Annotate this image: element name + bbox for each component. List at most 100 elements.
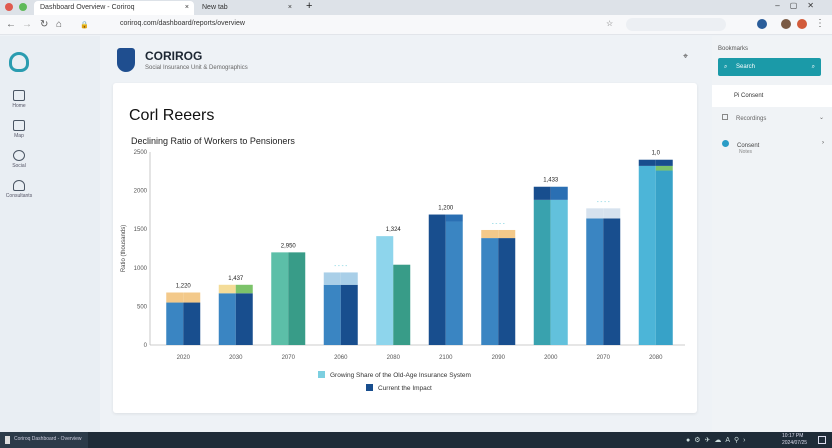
home-icon — [13, 90, 25, 101]
bar-segment — [586, 218, 604, 345]
app-logo-icon — [9, 52, 29, 72]
sidebar-item-label: Consultants — [5, 193, 33, 199]
x-tick-label: 2030 — [229, 355, 243, 361]
window-maximize-button[interactable] — [19, 3, 27, 11]
browser-tab-bar: Dashboard Overview - Coriroq × New tab × +… — [0, 0, 832, 15]
social-icon — [13, 150, 25, 161]
avatar[interactable] — [781, 19, 791, 29]
tab-dashboard[interactable]: Dashboard Overview - Coriroq × — [34, 1, 194, 15]
clock-date: 2024/07/25 — [782, 440, 808, 446]
y-tick-label: 2500 — [134, 150, 148, 156]
data-label: 1,0 — [652, 151, 661, 157]
sidebar-item-label: Home — [12, 103, 26, 109]
sidebar-item-map[interactable]: Map — [8, 120, 30, 139]
bar-segment — [428, 214, 446, 345]
x-tick-label: 2090 — [492, 355, 506, 361]
clock-time: 10:17 PM — [782, 433, 804, 439]
url-field[interactable]: coriroq.com/dashboard/reports/overview — [120, 20, 245, 27]
bar-segment — [218, 284, 236, 294]
profile-icon[interactable] — [797, 19, 807, 29]
map-icon — [13, 120, 25, 131]
back-icon[interactable]: ← — [6, 19, 16, 30]
window-controls[interactable]: –▢✕ — [775, 1, 824, 10]
bar-segment — [218, 293, 236, 345]
search-icon: ⌕ — [811, 64, 815, 70]
extension-icon[interactable] — [757, 19, 767, 29]
bar-segment — [340, 272, 358, 285]
bar-segment — [445, 214, 463, 222]
new-tab-button[interactable]: + — [306, 0, 312, 12]
forward-icon[interactable]: → — [22, 19, 32, 30]
bar-segment — [183, 292, 201, 303]
x-tick-label: 2000 — [544, 355, 558, 361]
sidebar-item-social[interactable]: Social — [8, 150, 30, 169]
data-label: 1,433 — [543, 178, 559, 184]
bar-segment — [481, 238, 499, 345]
bar-segment — [498, 238, 516, 345]
bar-segment — [533, 199, 551, 345]
sidebar-item-label: Map — [14, 133, 24, 139]
window-close-button[interactable] — [5, 3, 13, 11]
bar-segment — [481, 229, 499, 239]
bar-segment — [323, 272, 341, 285]
bar-segment — [638, 159, 656, 166]
x-tick-label: 2100 — [439, 355, 453, 361]
notification-icon[interactable] — [818, 436, 826, 444]
bar-segment — [166, 302, 184, 345]
bar-segment — [586, 208, 604, 219]
bar-segment — [235, 293, 253, 345]
data-label: 1,220 — [176, 284, 192, 290]
bar-segment — [603, 208, 621, 219]
taskbar: Coriroq Dashboard - Overview ●⚙✈☁A⚲› 10:… — [0, 432, 832, 448]
system-tray-icons[interactable]: ●⚙✈☁A⚲› — [686, 436, 750, 444]
close-tab-icon[interactable]: × — [185, 1, 189, 15]
x-tick-label: 2080 — [649, 355, 663, 361]
tab-new[interactable]: New tab × — [196, 1, 296, 15]
home-icon[interactable]: ⌂ — [56, 19, 62, 30]
bar-segment — [655, 165, 673, 171]
data-label: 1,437 — [228, 276, 244, 282]
sidebar-item-consultants[interactable]: Consultants — [2, 180, 36, 199]
close-tab-icon[interactable]: × — [288, 1, 292, 15]
search-icon: ⌕ — [724, 64, 728, 70]
bar-segment — [550, 199, 568, 345]
panel-item-recordings[interactable]: Recordings ⌄ — [722, 114, 830, 122]
bar-segment — [550, 186, 568, 200]
bookmark-star-icon[interactable]: ☆ — [606, 19, 613, 28]
bar-segment — [655, 170, 673, 345]
reload-icon[interactable]: ↻ — [40, 19, 48, 30]
app-icon — [5, 436, 10, 444]
settings-icon[interactable]: ⌖ — [683, 51, 688, 62]
panel-item-consent[interactable]: Pi Consent — [712, 85, 832, 107]
tab-label: New tab — [202, 4, 228, 11]
x-tick-label: 2070 — [282, 355, 296, 361]
menu-icon[interactable]: ⋮ — [815, 18, 825, 29]
bar-segment — [393, 264, 411, 345]
address-bar-row: ← → ↻ ⌂ 🔒 coriroq.com/dashboard/reports/… — [0, 15, 832, 35]
panel-section-label: Bookmarks — [718, 46, 749, 52]
legend-swatch — [318, 371, 325, 378]
bar-segment — [288, 252, 306, 345]
x-tick-label: 2070 — [597, 355, 611, 361]
legend-label: Current the Impact — [378, 385, 432, 392]
data-label: 2,950 — [281, 243, 297, 249]
data-label: - - - - — [597, 199, 610, 205]
lock-icon: 🔒 — [80, 22, 89, 29]
checkbox-icon — [722, 114, 728, 120]
bar-chart: Declining Ratio of Workers to Pensioners… — [121, 136, 685, 392]
clock[interactable]: 10:17 PM 2024/07/25 — [782, 433, 807, 447]
panel-item-consent-notes[interactable]: Consent › Notes — [722, 140, 830, 155]
taskbar-app[interactable]: Coriroq Dashboard - Overview — [0, 432, 88, 448]
bar-segment — [183, 302, 201, 345]
sidebar-item-home[interactable]: Home — [8, 90, 30, 109]
search-button[interactable]: ⌕ Search ⌕ — [718, 58, 821, 76]
sidebar-item-label: Social — [12, 163, 26, 169]
x-tick-label: 2020 — [177, 355, 191, 361]
y-tick-label: 2000 — [134, 189, 148, 195]
chart-title: Declining Ratio of Workers to Pensioners — [131, 136, 295, 146]
toolbar-search[interactable] — [626, 18, 726, 31]
brand-subtitle: Social Insurance Unit & Demographics — [145, 65, 248, 71]
chevron-right-icon: › — [822, 140, 824, 146]
y-tick-label: 1000 — [134, 266, 148, 272]
bar-segment — [533, 186, 551, 200]
